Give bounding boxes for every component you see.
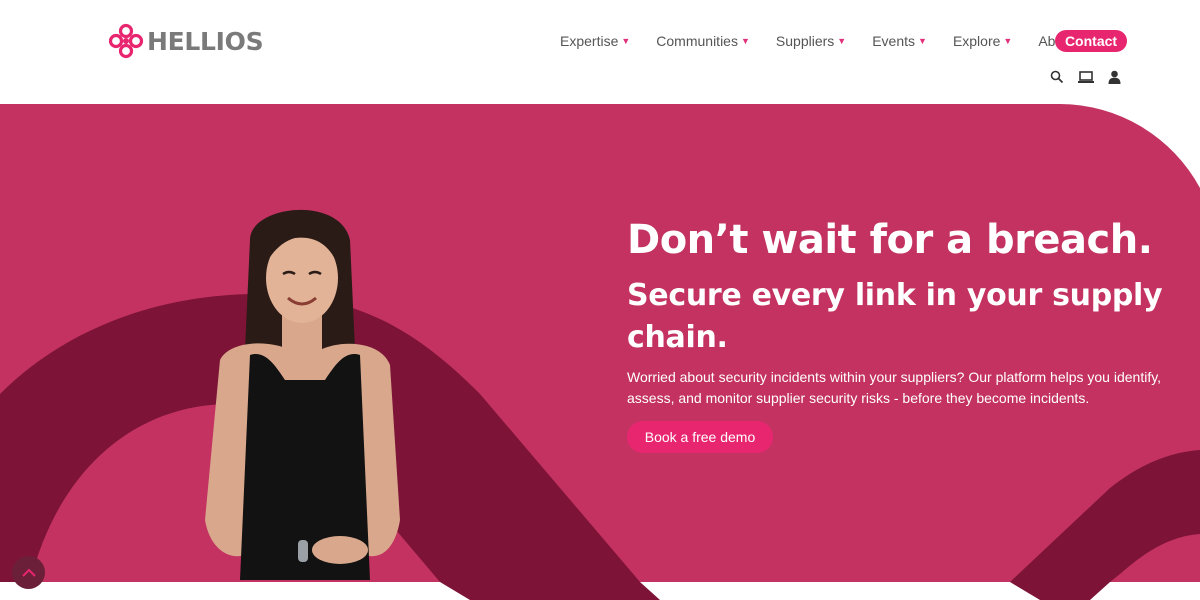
hero-headline: Don’t wait for a breach. — [627, 217, 1153, 263]
contact-button[interactable]: Contact — [1055, 30, 1127, 52]
hellios-logo[interactable]: HELLIOS — [108, 22, 264, 60]
nav-expertise[interactable]: Expertise ▼ — [560, 33, 630, 49]
nav-label: Communities — [656, 33, 738, 49]
book-demo-button[interactable]: Book a free demo — [627, 421, 773, 453]
logo-text: HELLIOS — [147, 26, 264, 56]
chevron-down-icon: ▼ — [621, 36, 631, 46]
nav-label: Events — [872, 33, 916, 49]
hero-body-text: Worried about security incidents within … — [627, 369, 1162, 406]
chevron-down-icon: ▼ — [837, 36, 847, 46]
hero-section: Don’t wait for a breach. Secure every li… — [0, 104, 1200, 600]
utility-icons — [1050, 68, 1135, 86]
site-header: HELLIOS Expertise ▼ Communities ▼ Suppli… — [0, 0, 1200, 104]
nav-explore[interactable]: Explore ▼ — [953, 33, 1012, 49]
chevron-down-icon: ▼ — [1003, 36, 1013, 46]
nav-communities[interactable]: Communities ▼ — [656, 33, 750, 49]
nav-suppliers[interactable]: Suppliers ▼ — [776, 33, 846, 49]
nav-label: Suppliers — [775, 33, 835, 49]
logo-mark-icon — [108, 23, 144, 59]
hero-subheadline: Secure every link in your supply chain. — [627, 278, 1163, 355]
chevron-down-icon: ▼ — [740, 36, 750, 46]
nav-label: Expertise — [560, 33, 619, 49]
hero-person-image — [205, 209, 400, 580]
main-nav: Expertise ▼ Communities ▼ Suppliers ▼ Ev… — [560, 30, 1113, 52]
chevron-up-icon — [21, 568, 36, 577]
chevron-down-icon: ▼ — [918, 36, 927, 46]
user-icon[interactable] — [1108, 70, 1121, 84]
nav-label: Explore — [952, 33, 1001, 49]
search-icon[interactable] — [1050, 70, 1064, 84]
laptop-icon[interactable] — [1078, 70, 1094, 84]
nav-events[interactable]: Events ▼ — [872, 33, 927, 49]
scroll-to-top-button[interactable] — [12, 556, 45, 589]
